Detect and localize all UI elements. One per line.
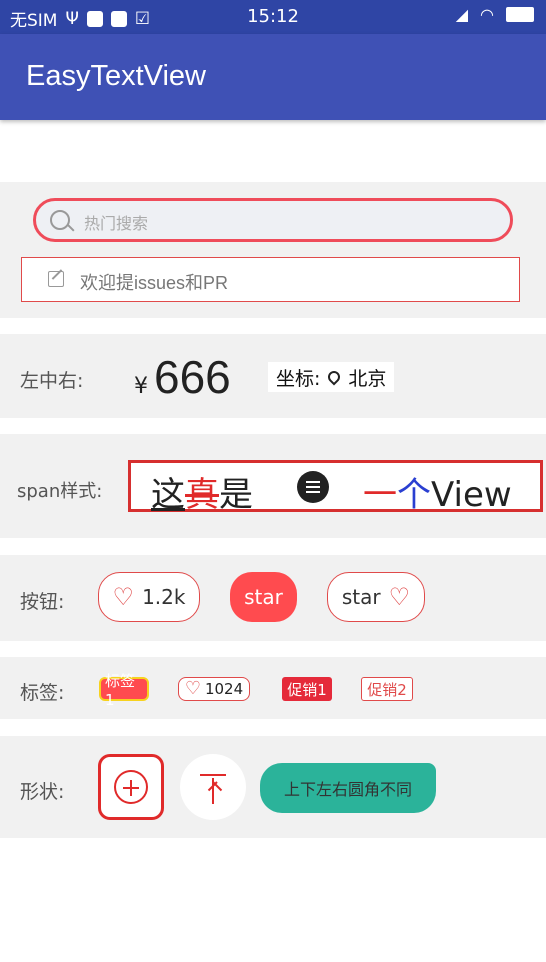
like-count: 1.2k [142,585,186,609]
edit-icon [48,271,64,287]
issues-field[interactable]: 欢迎提issues和PR [21,257,520,302]
location-pin-icon [325,368,343,386]
search-placeholder: 热门搜索 [84,214,149,233]
span-plain-text: 是 [219,475,253,515]
heart-icon: ♡ [112,583,135,611]
price-value: 666 [154,351,231,403]
tag-likes-count: 1024 [204,680,244,698]
span-red-char: 一 [363,475,397,515]
battery-icon [506,7,534,22]
span-underline-text: 这 [151,475,185,515]
heart-icon: ♡ [184,678,201,699]
add-button[interactable] [98,754,164,820]
buttons-label: 按钮: [20,591,65,613]
location-badge[interactable]: 坐标: 北京 [268,362,395,392]
tag-promo-2[interactable]: 促销2 [361,677,413,701]
menu-icon [297,471,329,503]
span-view-word: View [431,475,512,515]
tags-label: 标签: [20,682,65,704]
span-blue-char: 个 [397,475,431,515]
shapes-label: 形状: [20,781,65,803]
span-strike-text: 真 [185,475,219,515]
wifi-icon: ◠ [480,5,494,24]
app-title: EasyTextView [26,60,206,92]
scroll-top-button[interactable] [180,754,246,820]
tags-section [0,657,546,719]
tag-likes[interactable]: ♡ 1024 [178,677,250,701]
star-outline-label: star [341,585,381,609]
currency-symbol: ¥ [134,374,148,399]
star-button-outline[interactable]: star ♡ [327,572,425,622]
issues-text: 欢迎提issues和PR [80,273,229,293]
search-input[interactable]: 热门搜索 [33,198,513,242]
search-icon [50,210,70,230]
tag-1[interactable]: 标签1 [99,672,149,709]
coord-label: 坐标: [276,367,321,390]
app-bar: EasyTextView [0,34,546,120]
span-text-left: 这真是 [151,467,253,516]
city-text: 北京 [348,367,387,390]
rounded-corners-button[interactable]: 上下左右圆角不同 [260,763,436,813]
like-button[interactable]: ♡ 1.2k [98,572,200,622]
lcr-label: 左中右: [20,370,84,392]
heart-icon: ♡ [388,583,411,611]
add-circle-icon [114,770,148,804]
span-text-right: 一个View [363,467,512,516]
status-bar: 无SIM Ψ ☑ 15:12 ◢ ◠ [0,0,546,34]
top-bar [200,774,226,776]
star-filled-label: star [244,585,283,609]
status-right: ◢ ◠ [456,5,534,24]
tag-promo-1[interactable]: 促销1 [282,677,332,701]
span-view[interactable]: 这真是 一个View [128,460,543,515]
star-button-filled[interactable]: star [230,572,297,622]
mute-icon: ◢ [455,5,469,24]
span-label: span样式: [17,481,103,502]
